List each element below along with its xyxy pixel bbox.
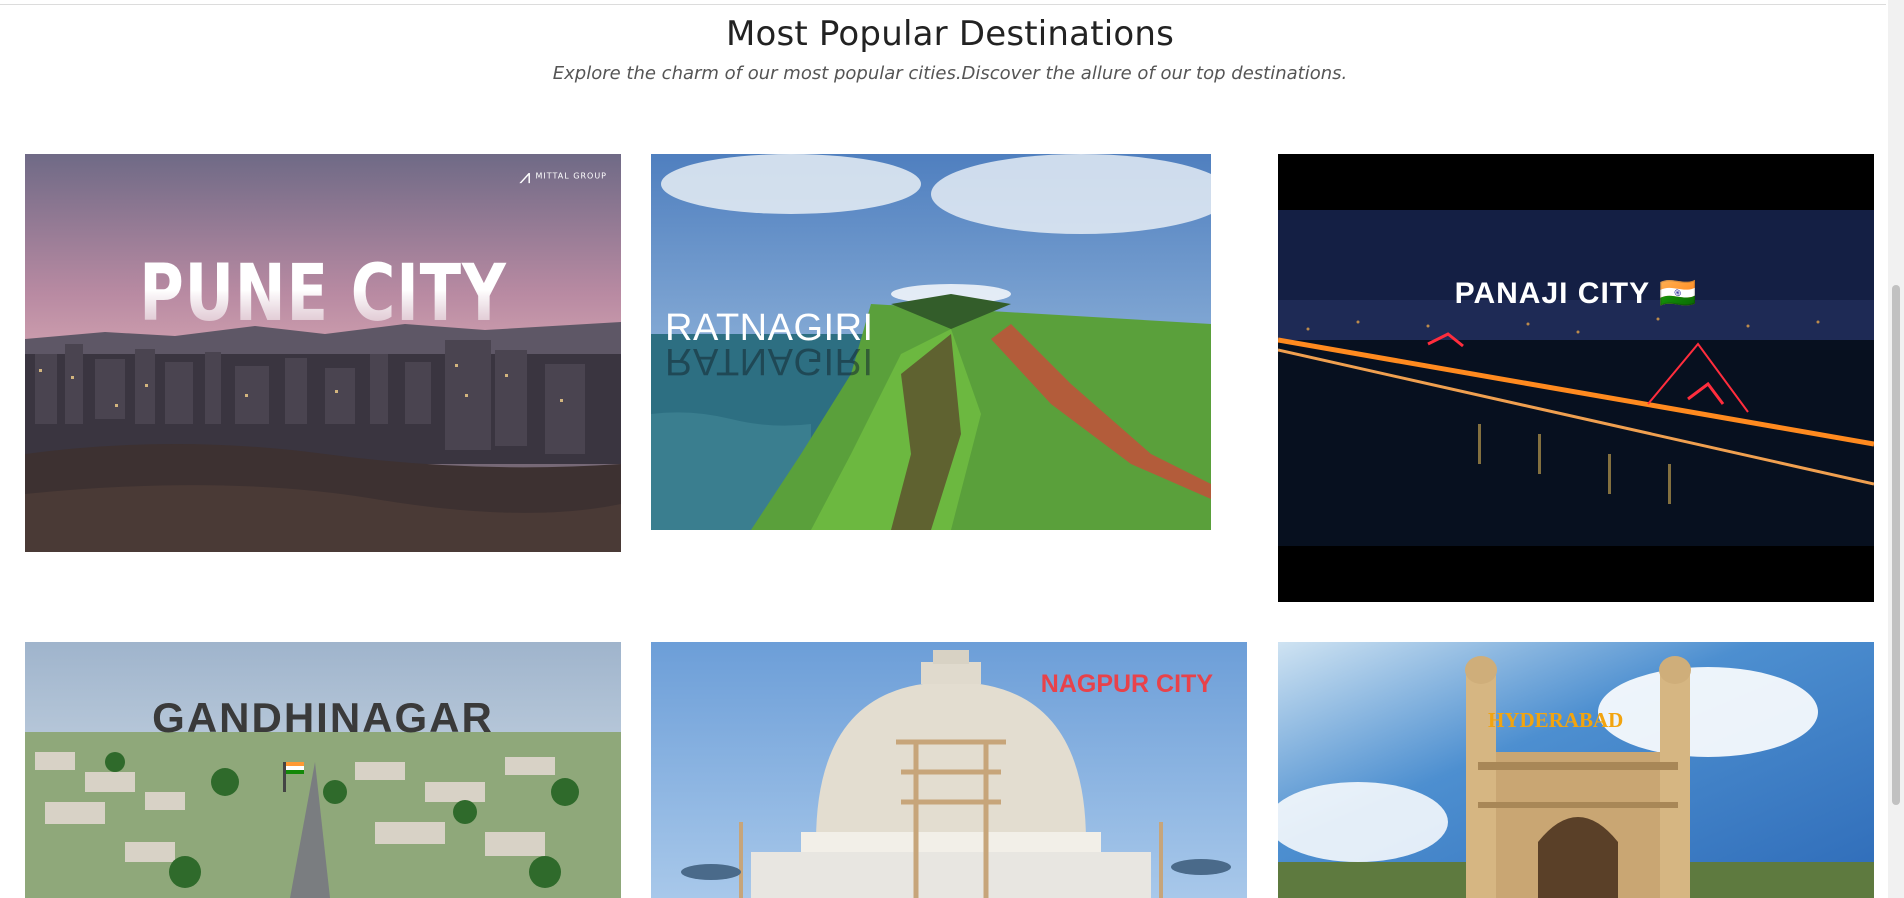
destination-name: PANAJI CITY 🇮🇳: [1454, 277, 1698, 310]
destination-card-pune[interactable]: ⩘ MITTAL GROUP PUNE CITY: [25, 154, 621, 552]
destination-card-hyderabad[interactable]: HYDERABAD: [1278, 642, 1874, 898]
section-subtitle: Explore the charm of our most popular ci…: [552, 63, 1348, 84]
panaji-city-image: [1278, 154, 1874, 602]
destination-name: NAGPUR CITY: [1040, 670, 1213, 698]
destination-card-gandhinagar[interactable]: GANDHINAGAR: [25, 642, 621, 898]
destination-card-ratnagiri[interactable]: RATNAGIRI RATNAGIRI: [651, 154, 1211, 530]
gandhinagar-image: [25, 642, 621, 898]
destination-name: HYDERABAD: [1488, 708, 1624, 732]
mittal-group-logo: ⩘ MITTAL GROUP: [519, 164, 607, 188]
destination-card-nagpur[interactable]: NAGPUR CITY: [651, 642, 1247, 898]
page-scrollbar[interactable]: [1888, 0, 1904, 898]
destination-name-reflection: RATNAGIRI: [665, 340, 874, 382]
top-divider: [0, 4, 1886, 5]
destination-name: GANDHINAGAR: [152, 694, 494, 741]
destination-card-panaji[interactable]: PANAJI CITY 🇮🇳: [1278, 154, 1874, 602]
scrollbar-thumb[interactable]: [1892, 285, 1900, 805]
pune-city-image: [25, 154, 621, 552]
destination-name: PUNE CITY: [91, 249, 556, 339]
india-flag-icon: 🇮🇳: [1658, 277, 1698, 310]
hyderabad-image: [1278, 642, 1874, 898]
section-title: Most Popular Destinations: [725, 14, 1175, 54]
